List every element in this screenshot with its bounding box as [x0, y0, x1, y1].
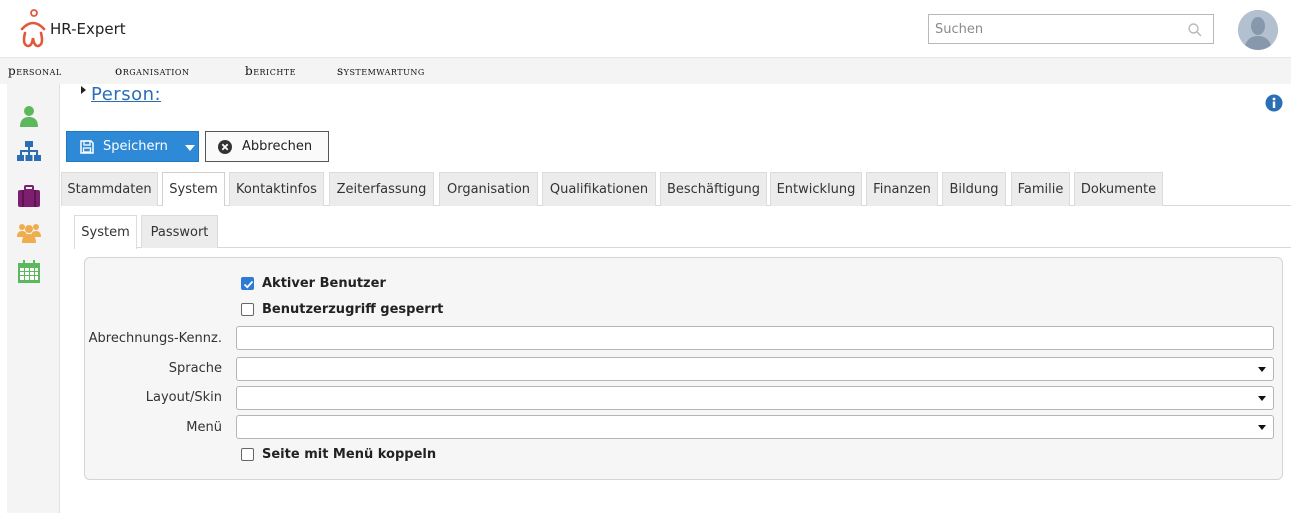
tab-dokumente[interactable]: Dokumente: [1074, 172, 1163, 206]
aktiver-benutzer-label: Aktiver Benutzer: [262, 276, 386, 291]
zugriff-gesperrt-label: Benutzerzugriff gesperrt: [262, 302, 444, 317]
tab-organisation[interactable]: Organisation: [439, 172, 538, 206]
left-sidebar: [7, 84, 60, 513]
save-button[interactable]: Speichern: [66, 131, 199, 162]
floppy-disk-icon: [80, 140, 94, 154]
briefcase-icon[interactable]: [17, 184, 41, 208]
menu-systemwartung[interactable]: Systemwartung: [337, 64, 425, 78]
tab-system[interactable]: System: [162, 172, 225, 207]
tab-kontaktinfos[interactable]: Kontaktinfos: [229, 172, 324, 206]
page-title[interactable]: Person:: [91, 84, 161, 105]
info-icon[interactable]: [1265, 94, 1283, 112]
sub-tabs: System Passwort: [74, 215, 1291, 249]
hr-expert-logo-icon: [20, 9, 46, 48]
user-avatar[interactable]: [1238, 10, 1278, 50]
menu-berichte[interactable]: Berichte: [245, 64, 296, 78]
chevron-down-icon[interactable]: [185, 145, 195, 151]
dropdown-arrow-icon[interactable]: [1258, 396, 1266, 401]
seite-koppeln-label: Seite mit Menü koppeln: [262, 447, 437, 462]
menue-label: Menü: [186, 420, 222, 435]
checkbox-unchecked-icon[interactable]: [241, 448, 254, 461]
close-circle-icon: [218, 140, 232, 154]
subtab-system[interactable]: System: [74, 215, 137, 249]
cancel-button[interactable]: Abbrechen: [205, 131, 329, 162]
menu-personal[interactable]: Personal: [8, 64, 62, 78]
layout-skin-label: Layout/Skin: [145, 390, 222, 405]
checkmark-icon: [243, 280, 254, 289]
abrechnungs-kennz-label: Abrechnungs-Kennz.: [88, 331, 222, 346]
tab-entwicklung[interactable]: Entwicklung: [770, 172, 862, 206]
sprache-label: Sprache: [168, 361, 222, 376]
subtab-passwort[interactable]: Passwort: [141, 215, 218, 248]
tab-beschaeftigung[interactable]: Beschäftigung: [660, 172, 767, 206]
abrechnungs-kennz-input[interactable]: [236, 326, 1274, 350]
group-icon[interactable]: [17, 221, 41, 245]
menue-select[interactable]: [236, 415, 1274, 439]
save-button-label: Speichern: [103, 139, 168, 154]
top-bar: HR-Expert: [0, 0, 1291, 58]
tab-qualifikationen[interactable]: Qualifikationen: [542, 172, 656, 206]
tab-zeiterfassung[interactable]: Zeiterfassung: [329, 172, 434, 206]
tab-stammdaten[interactable]: Stammdaten: [61, 172, 158, 206]
app-title: HR-Expert: [50, 20, 126, 38]
menu-organisation[interactable]: Organisation: [115, 64, 189, 78]
checkbox-checked-icon[interactable]: [241, 277, 254, 290]
tab-familie[interactable]: Familie: [1011, 172, 1070, 206]
person-icon[interactable]: [17, 104, 41, 128]
sprache-select[interactable]: [236, 357, 1274, 381]
dropdown-arrow-icon[interactable]: [1258, 425, 1266, 430]
user-silhouette-icon: [1238, 10, 1278, 50]
collapse-caret-icon[interactable]: [81, 86, 86, 94]
layout-skin-select[interactable]: [236, 386, 1274, 410]
checkbox-unchecked-icon[interactable]: [241, 303, 254, 316]
tab-bildung[interactable]: Bildung: [942, 172, 1006, 206]
dropdown-arrow-icon[interactable]: [1258, 367, 1266, 372]
search-input[interactable]: [929, 15, 1179, 43]
main-menu-bar: Personal Organisation Berichte Systemwar…: [0, 58, 1291, 84]
org-chart-icon[interactable]: [17, 139, 41, 163]
search-box[interactable]: [928, 14, 1214, 44]
search-icon[interactable]: [1187, 22, 1203, 38]
tab-finanzen[interactable]: Finanzen: [866, 172, 938, 206]
calendar-icon[interactable]: [17, 260, 41, 284]
cancel-button-label: Abbrechen: [242, 139, 313, 154]
main-tabs: Stammdaten System Kontaktinfos Zeiterfas…: [61, 172, 1291, 207]
